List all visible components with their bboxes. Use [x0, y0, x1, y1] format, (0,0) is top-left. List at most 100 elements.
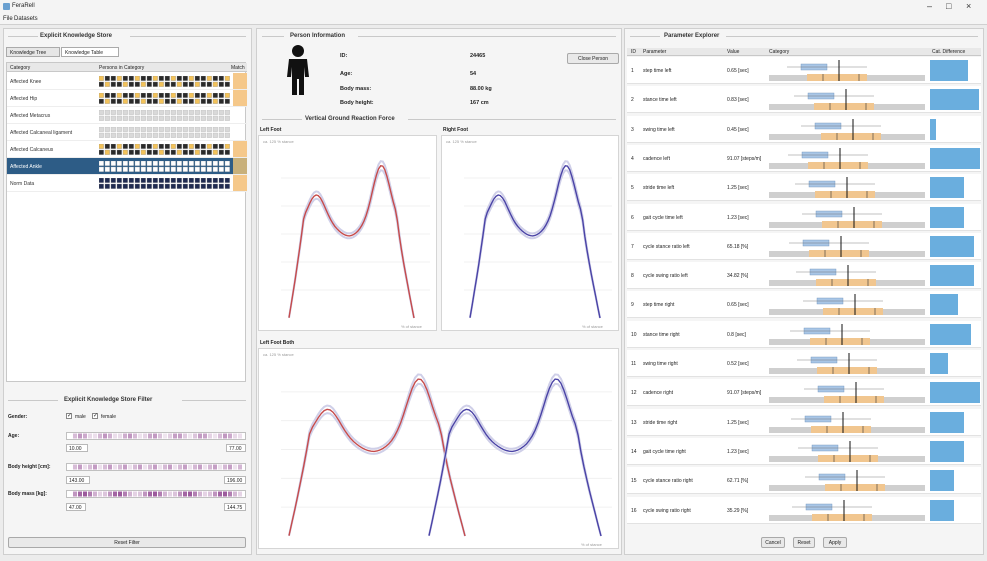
female-checkbox[interactable] — [92, 412, 98, 419]
category-boxplot — [769, 382, 925, 404]
close-person-button[interactable]: Close Person — [567, 53, 619, 64]
person-cell — [104, 81, 110, 87]
norm-band — [469, 160, 601, 319]
person-cell — [99, 76, 104, 81]
col-value[interactable]: Value — [727, 49, 739, 55]
group-line — [8, 400, 58, 401]
parameter-row[interactable]: 12 cadence right 91.07 [steps/m] — [627, 379, 981, 407]
distribution-bin — [88, 464, 92, 470]
distribution-bin — [108, 491, 112, 497]
person-cell — [164, 110, 170, 115]
col-persons[interactable]: Persons in Category — [99, 65, 144, 71]
age-distribution — [73, 433, 242, 439]
distribution-bin — [173, 491, 177, 497]
col-parameter[interactable]: Parameter — [643, 49, 666, 55]
close-icon[interactable]: × — [966, 1, 971, 11]
parameter-row[interactable]: 6 gait cycle time left 1.23 [sec] — [627, 203, 981, 231]
reset-filter-button[interactable]: Reset Filter — [8, 537, 246, 548]
right-foot-chart: ca. 125 % stance % of stance — [441, 135, 619, 331]
tab-knowledge-tree[interactable]: Knowledge Tree — [6, 47, 60, 57]
height-min-input[interactable]: 143.00 — [66, 476, 90, 484]
person-cell — [170, 161, 176, 166]
maximize-icon[interactable]: □ — [946, 1, 951, 11]
knowledge-row[interactable]: Affected Calcaneal ligament — [7, 124, 247, 141]
apply-button[interactable]: Apply — [823, 537, 847, 548]
knowledge-row[interactable]: Affected Hip — [7, 90, 247, 107]
age-min-input[interactable]: 10.00 — [66, 444, 88, 452]
parameter-row[interactable]: 13 stride time right 1.25 [sec] — [627, 408, 981, 436]
parameter-row[interactable]: 2 stance time left 0.83 [sec] — [627, 86, 981, 114]
parameter-row[interactable]: 9 step time right 0.65 [sec] — [627, 291, 981, 319]
parameter-row[interactable]: 10 stance time right 0.8 [sec] — [627, 320, 981, 348]
person-cell — [104, 144, 110, 149]
distribution-bin — [238, 433, 242, 439]
distribution-bin — [123, 464, 127, 470]
male-checkbox[interactable] — [66, 412, 72, 419]
distribution-bin — [183, 464, 187, 470]
person-cell — [140, 161, 146, 166]
mass-min-input[interactable]: 47.00 — [66, 503, 86, 511]
person-cell — [188, 144, 194, 149]
col-id[interactable]: ID — [631, 49, 636, 55]
person-cell — [176, 178, 182, 183]
col-match[interactable]: Match — [231, 65, 245, 71]
age-max-input[interactable]: 77.00 — [226, 444, 246, 452]
persons-in-category-cells — [99, 178, 230, 189]
person-cell — [110, 144, 116, 149]
reset-button[interactable]: Reset — [793, 537, 815, 548]
match-bar — [233, 141, 247, 157]
person-cell — [176, 166, 182, 172]
person-cell — [134, 132, 140, 138]
category-range-bar — [814, 103, 874, 111]
menu-datasets[interactable]: Datasets — [14, 16, 38, 22]
knowledge-row[interactable]: Affected Knee — [7, 73, 247, 90]
person-cell — [218, 110, 224, 115]
person-cell — [134, 144, 140, 149]
knowledge-row[interactable]: Norm Data — [7, 175, 247, 192]
person-cell — [182, 178, 188, 183]
person-cell — [164, 149, 170, 155]
parameter-row[interactable]: 11 swing time right 0.52 [sec] — [627, 350, 981, 377]
menu-file[interactable]: File — [3, 16, 13, 22]
person-cell — [206, 76, 212, 81]
person-cell — [152, 132, 158, 138]
knowledge-row[interactable]: Affected Calcaneus — [7, 141, 247, 158]
col-cat-difference[interactable]: Cat. Difference — [932, 49, 965, 55]
minimize-icon[interactable]: – — [927, 1, 932, 11]
parameter-row[interactable]: 4 cadence left 91.07 [steps/m] — [627, 144, 981, 172]
person-cell — [122, 110, 128, 115]
person-cell — [206, 183, 212, 189]
tab-knowledge-table[interactable]: Knowledge Table — [61, 47, 119, 57]
parameter-row[interactable]: 8 cycle swing ratio left 34.82 [%] — [627, 262, 981, 290]
distribution-bin — [93, 491, 97, 497]
mass-range-slider[interactable] — [66, 490, 246, 498]
col-category[interactable]: Category — [10, 65, 30, 71]
col-category-box[interactable]: Category — [769, 49, 789, 55]
parameter-row[interactable]: 5 stride time left 1.25 [sec] — [627, 174, 981, 202]
person-cell — [200, 127, 206, 132]
parameter-row[interactable]: 14 gait cycle time right 1.23 [sec] — [627, 437, 981, 465]
person-cell — [152, 93, 158, 98]
distribution-bin — [78, 464, 82, 470]
knowledge-row[interactable]: Affected Ankle — [7, 158, 247, 175]
category-difference-bar — [930, 265, 974, 287]
parameter-row[interactable]: 1 step time left 0.65 [sec] — [627, 57, 981, 84]
category-boxplot — [769, 118, 925, 140]
height-range-slider[interactable] — [66, 463, 246, 471]
parameter-row[interactable]: 16 cycle swing ratio right 35.29 [%] — [627, 496, 981, 524]
person-cell — [146, 81, 152, 87]
height-max-input[interactable]: 196.00 — [224, 476, 246, 484]
parameter-row[interactable]: 15 cycle stance ratio right 62.71 [%] — [627, 467, 981, 495]
knowledge-row[interactable]: Affected Metacrus — [7, 107, 247, 124]
category-boxplot — [769, 440, 925, 462]
person-cell — [110, 93, 116, 98]
person-cell — [176, 183, 182, 189]
parameter-row[interactable]: 3 swing time left 0.45 [sec] — [627, 115, 981, 143]
cancel-button[interactable]: Cancel — [761, 537, 785, 548]
mass-max-input[interactable]: 144.75 — [224, 503, 246, 511]
distribution-bin — [163, 464, 167, 470]
person-cell — [194, 93, 200, 98]
parameter-row[interactable]: 7 cycle stance ratio left 65.18 [%] — [627, 232, 981, 260]
age-range-slider[interactable] — [66, 432, 246, 440]
distribution-bin — [78, 433, 82, 439]
